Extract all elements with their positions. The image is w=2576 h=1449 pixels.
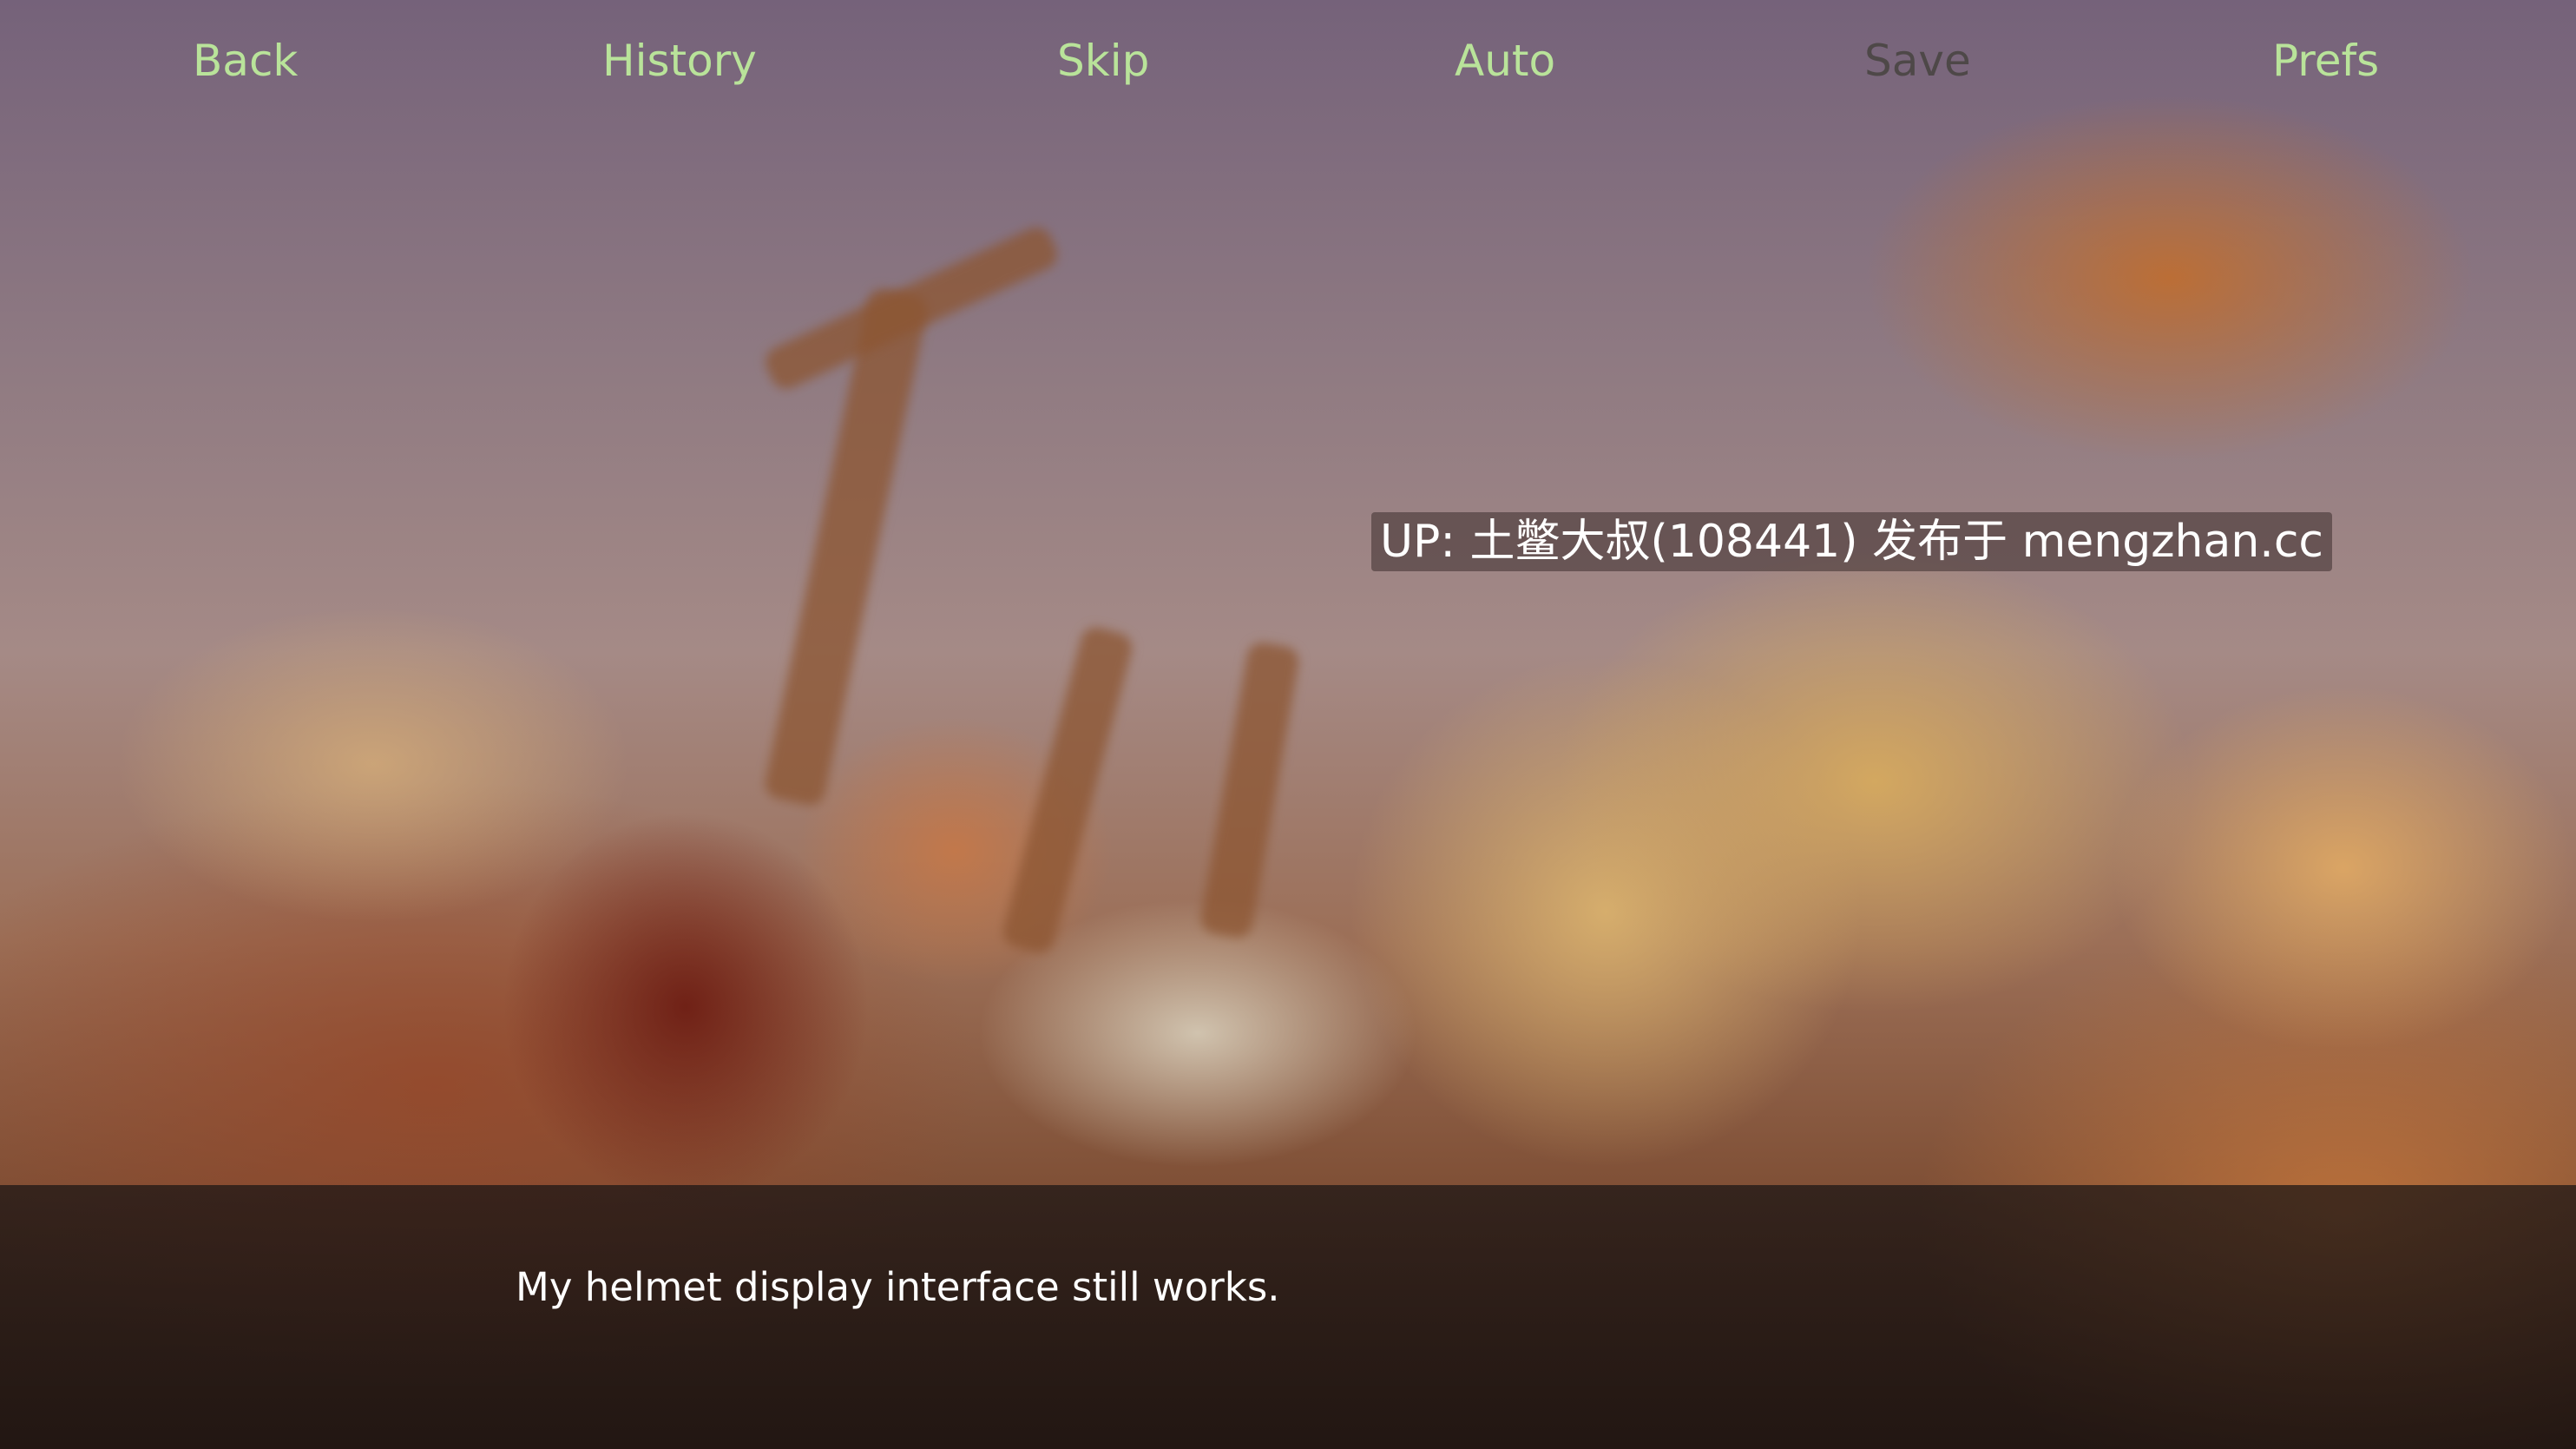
dialogue-box[interactable]: My helmet display interface still works. bbox=[0, 1185, 2576, 1449]
scene-pole-right bbox=[1198, 640, 1302, 940]
save-button[interactable]: Save bbox=[1864, 26, 1971, 96]
watermark-text: UP: 土鳖大叔(108441) 发布于 mengzhan.cc bbox=[1371, 512, 2332, 571]
history-button[interactable]: History bbox=[602, 26, 757, 96]
back-button[interactable]: Back bbox=[193, 26, 298, 96]
auto-button[interactable]: Auto bbox=[1455, 26, 1555, 96]
quick-menu: Back History Skip Auto Save Prefs bbox=[0, 26, 2576, 104]
prefs-button[interactable]: Prefs bbox=[2272, 26, 2379, 96]
dialogue-text: My helmet display interface still works. bbox=[516, 1264, 1280, 1310]
game-screen[interactable]: Back History Skip Auto Save Prefs UP: 土鳖… bbox=[0, 0, 2576, 1449]
scene-pole-mid bbox=[999, 623, 1136, 957]
skip-button[interactable]: Skip bbox=[1057, 26, 1149, 96]
